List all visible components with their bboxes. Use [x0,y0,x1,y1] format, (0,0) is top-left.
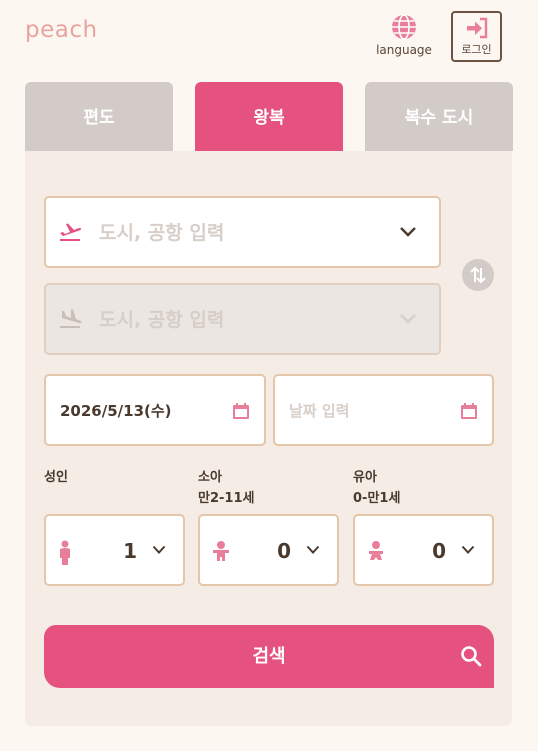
child-label-group: 소아 만2-11세 [198,467,254,509]
chevron-down-icon [306,545,320,554]
login-label: 로그인 [461,43,492,56]
infant-count-select[interactable]: 0 [353,514,494,586]
peach-logo[interactable]: peach [25,17,98,43]
chevron-down-icon [400,314,416,324]
departure-date-value: 2026/5/13(수) [60,402,172,420]
infant-count: 0 [432,539,446,563]
landing-icon [60,309,82,328]
calendar-icon [461,403,477,419]
child-label: 소아 [198,470,222,485]
chevron-down-icon [461,545,475,554]
search-label: 검색 [252,646,286,667]
infant-label-group: 유아 0-만1세 [353,467,400,509]
departure-date-field[interactable]: 2026/5/13(수) [44,374,266,446]
language-selector[interactable]: language [374,13,434,57]
child-count: 0 [277,539,291,563]
return-date-field[interactable]: 날짜 입력 [273,374,494,446]
swap-route-button[interactable] [462,259,494,291]
infant-icon [369,541,383,560]
adult-label: 성인 [44,470,68,485]
infant-label: 유아 [353,470,377,485]
child-count-select[interactable]: 0 [198,514,339,586]
search-icon [461,646,482,667]
login-button[interactable]: 로그인 [451,11,502,62]
return-date-placeholder: 날짜 입력 [289,402,350,420]
adult-count: 1 [123,539,137,563]
tab-one-way[interactable]: 편도 [25,82,173,151]
child-age-range: 만2-11세 [198,491,255,506]
swap-icon [470,266,486,284]
login-icon [466,17,487,39]
takeoff-icon [60,223,81,241]
infant-age-range: 0-만1세 [353,491,401,506]
chevron-down-icon [152,545,166,554]
adult-count-select[interactable]: 1 [44,514,185,586]
chevron-down-icon [400,227,416,237]
origin-field[interactable]: 도시, 공항 입력 [44,196,441,268]
destination-placeholder: 도시, 공항 입력 [99,309,225,331]
tab-multi-city[interactable]: 복수 도시 [365,82,513,151]
tab-round-trip[interactable]: 왕복 [195,82,343,151]
destination-field[interactable]: 도시, 공항 입력 [44,283,441,355]
adult-icon [60,540,70,565]
language-label: language [376,43,432,57]
calendar-icon [233,403,249,419]
adult-label-group: 성인 [44,467,68,488]
origin-placeholder: 도시, 공항 입력 [99,222,225,244]
globe-icon [392,14,416,40]
child-icon [213,541,229,561]
search-button[interactable]: 검색 [44,625,494,688]
